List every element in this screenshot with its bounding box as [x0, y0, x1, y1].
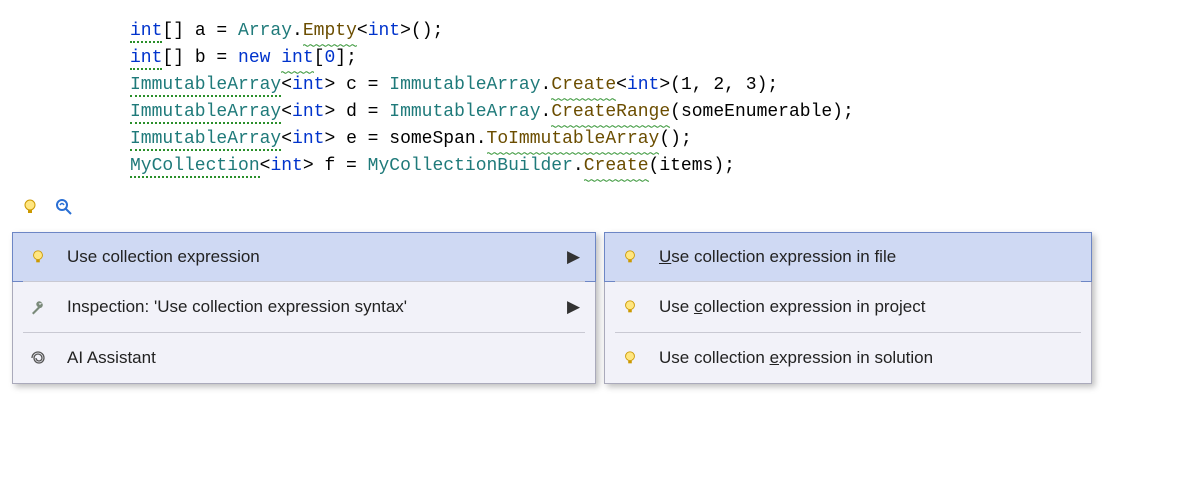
- menu-item-label: AI Assistant: [67, 348, 583, 368]
- gutter-action-icons[interactable]: [20, 197, 74, 217]
- submenu-item-label: Use collection expression in file: [659, 247, 1079, 267]
- lightbulb-icon: [617, 350, 643, 366]
- submenu-item-in-file[interactable]: Use collection expression in file: [604, 232, 1092, 282]
- code-line: MyCollection<int> f = MyCollectionBuilde…: [130, 153, 1200, 180]
- chevron-right-icon: ▶: [567, 247, 583, 267]
- submenu: Use collection expression in file Use co…: [604, 232, 1092, 384]
- code-line: int[] b = new int[0];: [130, 45, 1200, 72]
- menu-item-use-collection-expression[interactable]: Use collection expression ▶: [12, 232, 596, 282]
- chevron-right-icon: ▶: [567, 297, 583, 317]
- menu-item-ai-assistant[interactable]: AI Assistant: [13, 333, 595, 383]
- lightbulb-icon: [617, 299, 643, 315]
- submenu-item-in-project[interactable]: Use collection expression in project: [605, 282, 1091, 332]
- code-editor[interactable]: int[] a = Array.Empty<int>(); int[] b = …: [0, 0, 1200, 180]
- code-line: ImmutableArray<int> e = someSpan.ToImmut…: [130, 126, 1200, 153]
- code-line: int[] a = Array.Empty<int>();: [130, 18, 1200, 45]
- submenu-item-label: Use collection expression in project: [659, 297, 1079, 317]
- lightbulb-icon: [25, 249, 51, 265]
- submenu-item-label: Use collection expression in solution: [659, 348, 1079, 368]
- code-line: ImmutableArray<int> c = ImmutableArray.C…: [130, 72, 1200, 99]
- lightbulb-icon: [617, 249, 643, 265]
- wrench-icon: [25, 298, 51, 316]
- menu-item-label: Use collection expression: [67, 247, 567, 267]
- submenu-item-in-solution[interactable]: Use collection expression in solution: [605, 333, 1091, 383]
- menu-item-inspection[interactable]: Inspection: 'Use collection expression s…: [13, 282, 595, 332]
- spiral-icon: [25, 349, 51, 367]
- context-menu: Use collection expression ▶ Inspection: …: [12, 232, 596, 384]
- menu-item-label: Inspection: 'Use collection expression s…: [67, 297, 567, 317]
- lightbulb-icon[interactable]: [20, 197, 40, 217]
- search-icon[interactable]: [54, 197, 74, 217]
- code-line: ImmutableArray<int> d = ImmutableArray.C…: [130, 99, 1200, 126]
